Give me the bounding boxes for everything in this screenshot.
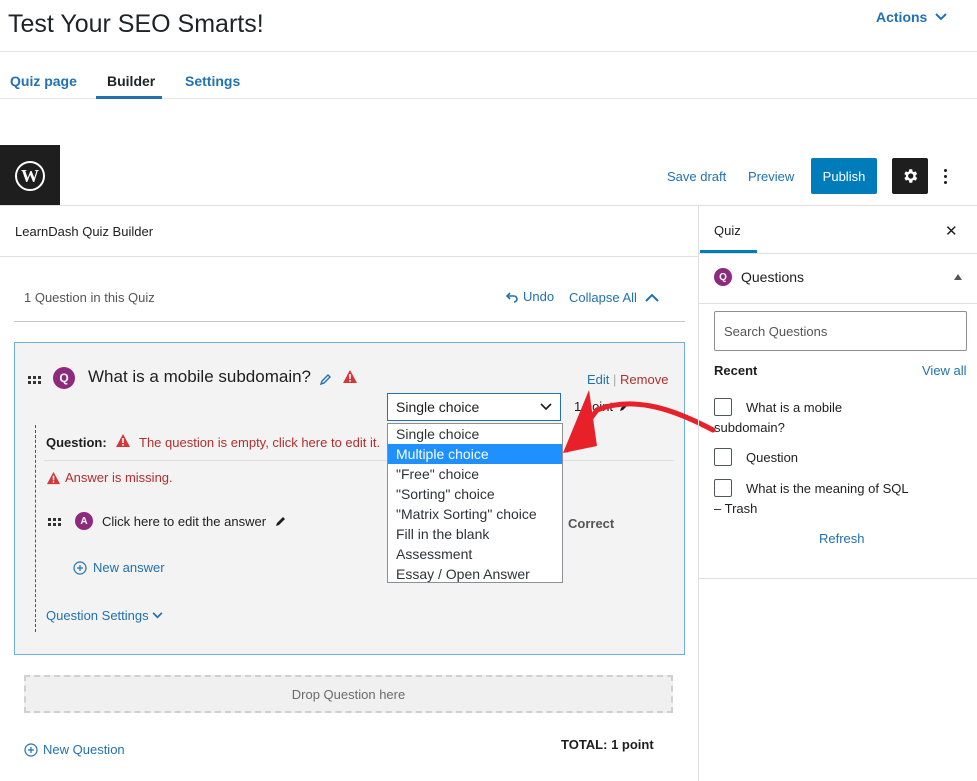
dashed-divider [35,425,36,632]
new-question-label: New Question [43,742,125,757]
question-checkbox[interactable] [714,398,732,416]
warning-icon [116,434,130,447]
undo-button[interactable]: Undo [505,289,554,304]
plus-circle-icon [24,742,38,757]
save-draft-button[interactable]: Save draft [667,169,726,184]
new-question-button[interactable]: New Question [24,742,125,757]
question-label: Question: [46,435,107,450]
more-vertical-icon[interactable] [938,163,952,189]
plus-circle-icon [73,560,87,575]
publish-button[interactable]: Publish [811,158,877,194]
answer-missing-message: Answer is missing. [46,470,173,485]
option-free-choice[interactable]: "Free" choice [388,464,562,484]
chevron-down-icon [152,612,163,619]
divider [14,321,685,322]
question-type-dropdown: Single choice Multiple choice "Free" cho… [387,423,563,583]
active-tab-indicator [96,96,162,99]
divider [699,303,977,304]
recent-item-label: subdomain? [714,420,785,435]
option-single-choice[interactable]: Single choice [388,424,562,444]
question-checkbox[interactable] [714,479,732,497]
tab-settings[interactable]: Settings [185,73,240,89]
divider [699,253,977,254]
sidebar-border [698,206,699,781]
actions-menu[interactable]: Actions [876,9,948,25]
total-points: TOTAL: 1 point [561,737,654,752]
answer-text[interactable]: Click here to edit the answer [102,514,287,529]
option-fill-in-the-blank[interactable]: Fill in the blank [388,524,562,544]
divider [0,51,977,52]
answer-missing-text: Answer is missing. [65,470,173,485]
divider [0,205,977,206]
preview-button[interactable]: Preview [748,169,794,184]
chevron-down-icon [935,13,948,21]
svg-text:W: W [21,166,39,186]
search-questions-input[interactable] [714,311,967,351]
page-title: Test Your SEO Smarts! [8,10,264,38]
question-count: 1 Question in this Quiz [24,290,155,305]
recent-item-label: – Trash [714,501,758,516]
recent-item-label: What is the meaning of SQL [746,481,909,496]
view-all-link[interactable]: View all [922,363,967,378]
builder-title: LearnDash Quiz Builder [15,224,154,239]
chevron-down-icon [540,403,552,411]
settings-button[interactable] [892,158,928,194]
question-badge: Q [53,367,75,389]
question-settings-label: Question Settings [46,608,149,623]
question-type-select[interactable]: Single choice [387,393,561,421]
questions-badge: Q [714,268,732,286]
recent-item-label: What is a mobile [746,400,843,415]
divider [0,256,698,257]
caret-up-icon[interactable] [954,274,962,280]
drag-handle-icon[interactable] [48,518,61,526]
annotation-arrow [563,390,716,453]
tab-builder[interactable]: Builder [107,73,155,89]
collapse-all-label: Collapse All [569,290,637,305]
question-type-value: Single choice [396,399,480,415]
warning-icon [46,471,61,484]
actions-label: Actions [876,9,928,25]
recent-item-label: Question [746,450,799,465]
option-matrix-sorting-choice[interactable]: "Matrix Sorting" choice [388,504,562,524]
drop-question-zone[interactable]: Drop Question here [24,675,673,713]
answer-text-label: Click here to edit the answer [102,514,267,529]
collapse-all-button[interactable]: Collapse All [569,290,659,305]
undo-icon [505,291,518,303]
correct-label: Correct [568,516,615,531]
drag-handle-icon[interactable] [28,376,41,384]
question-title[interactable]: What is a mobile subdomain? [88,367,311,387]
option-assessment[interactable]: Assessment [388,544,562,564]
sidebar-tab-quiz[interactable]: Quiz [714,223,741,238]
new-answer-label: New answer [93,560,165,575]
pencil-icon[interactable] [319,373,332,386]
question-empty-message[interactable]: The question is empty, click here to edi… [139,435,380,450]
chevron-up-icon [645,293,659,302]
questions-panel-header[interactable]: Q Questions [714,268,804,286]
divider [699,578,977,579]
close-icon[interactable]: ✕ [945,222,958,240]
question-checkbox[interactable] [714,448,732,466]
gear-icon [904,169,918,183]
pencil-icon [276,517,286,526]
refresh-link[interactable]: Refresh [819,531,865,546]
wordpress-icon: W [15,160,45,191]
questions-header-label: Questions [741,269,805,285]
question-settings-toggle[interactable]: Question Settings [46,608,163,623]
undo-label: Undo [523,289,555,304]
option-sorting-choice[interactable]: "Sorting" choice [388,484,562,504]
new-answer-button[interactable]: New answer [73,560,165,575]
warning-icon [343,370,357,383]
recent-label: Recent [714,363,758,378]
option-essay-open-answer[interactable]: Essay / Open Answer [388,564,562,584]
option-multiple-choice[interactable]: Multiple choice [388,444,562,464]
tab-quiz-page[interactable]: Quiz page [10,73,77,89]
answer-badge: A [75,512,93,530]
wordpress-logo-button[interactable]: W [0,145,60,206]
